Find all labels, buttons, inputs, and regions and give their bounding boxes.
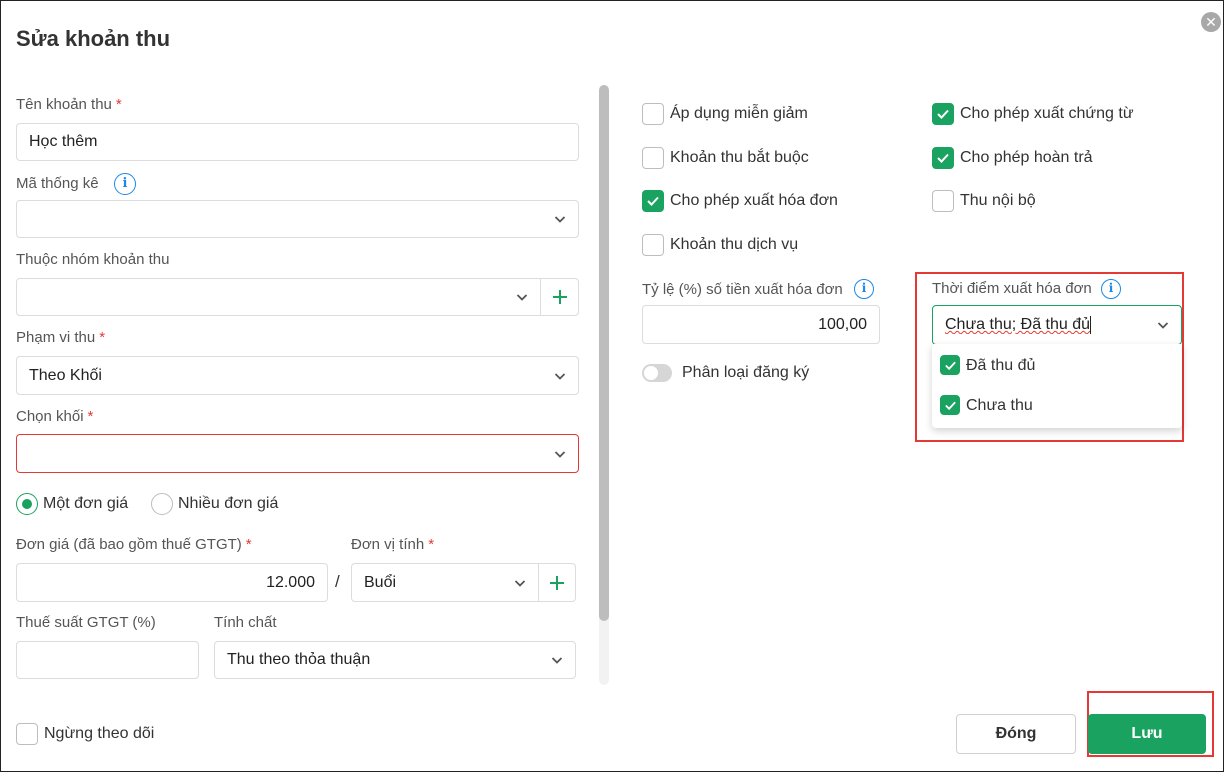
check-icon (944, 361, 956, 370)
exemption-checkbox[interactable] (642, 103, 664, 125)
exemption-label: Áp dụng miễn giảm (670, 105, 808, 122)
price-label: Đơn giá (đã bao gồm thuế GTGT) * (16, 536, 252, 553)
single-price-label: Một đơn giá (43, 495, 129, 512)
stop-tracking-checkbox[interactable] (16, 723, 38, 745)
nature-label: Tính chất (214, 614, 277, 631)
stat-code-label: Mã thống kê (16, 175, 99, 192)
internal-label: Thu nội bộ (960, 192, 1036, 209)
price-input[interactable]: 12.000 (16, 563, 328, 602)
internal-checkbox[interactable] (932, 190, 954, 212)
chevron-down-icon (516, 291, 528, 303)
refund-label: Cho phép hoàn trả (960, 149, 1093, 166)
close-button[interactable]: Đóng (956, 714, 1076, 754)
voucher-label: Cho phép xuất chứng từ (960, 105, 1134, 122)
option-checkbox[interactable] (940, 395, 960, 415)
registration-toggle-label: Phân loại đăng ký (682, 364, 810, 381)
invoice-time-label: Thời điểm xuất hóa đơn (932, 280, 1092, 297)
scrollbar-thumb[interactable] (599, 85, 609, 621)
service-label: Khoản thu dịch vụ (670, 236, 799, 253)
dropdown-option[interactable]: Chưa thu (966, 397, 1033, 415)
grade-label: Chọn khối * (16, 408, 94, 425)
unit-label: Đơn vị tính * (351, 536, 435, 553)
stop-tracking-label: Ngừng theo dõi (44, 725, 155, 742)
chevron-down-icon (554, 448, 566, 460)
registration-toggle[interactable] (642, 364, 672, 382)
invoice-checkbox[interactable] (642, 190, 664, 212)
dialog-title: Sửa khoản thu (16, 26, 171, 51)
dropdown-option[interactable]: Đã thu đủ (966, 357, 1035, 375)
info-icon[interactable]: i (114, 173, 136, 195)
invoice-ratio-input[interactable]: 100,00 (642, 305, 880, 344)
voucher-checkbox[interactable] (932, 103, 954, 125)
chevron-down-icon (554, 213, 566, 225)
vat-label: Thuế suất GTGT (%) (16, 614, 156, 631)
check-icon (944, 401, 956, 410)
mandatory-label: Khoản thu bắt buộc (670, 149, 809, 166)
refund-checkbox[interactable] (932, 147, 954, 169)
unit-select[interactable]: Buổi (351, 563, 576, 602)
scope-label: Phạm vi thu * (16, 329, 106, 346)
invoice-time-select[interactable]: Chưa thu; Đã thu đủ (932, 305, 1182, 345)
service-checkbox[interactable] (642, 234, 664, 256)
multiple-price-radio[interactable] (151, 493, 173, 515)
stat-code-select[interactable] (16, 200, 579, 238)
single-price-radio[interactable] (16, 493, 38, 515)
info-icon[interactable]: i (1101, 279, 1121, 299)
mandatory-checkbox[interactable] (642, 147, 664, 169)
chevron-down-icon (551, 654, 563, 666)
nature-select[interactable]: Thu theo thỏa thuận (214, 641, 576, 679)
chevron-down-icon (514, 577, 526, 589)
plus-icon (552, 290, 567, 304)
chevron-down-icon (1157, 319, 1169, 331)
name-label: Tên khoản thu * (16, 96, 122, 113)
multiple-price-label: Nhiều đơn giá (178, 495, 279, 512)
vat-input[interactable] (16, 641, 199, 679)
plus-icon (550, 575, 564, 590)
scope-select[interactable]: Theo Khối (16, 356, 579, 395)
check-icon (647, 196, 659, 206)
check-icon (937, 109, 949, 119)
edit-fee-dialog: Sửa khoản thu ✕ Tên khoản thu * Học thêm … (0, 0, 1224, 772)
close-icon[interactable]: ✕ (1201, 12, 1221, 32)
add-group-button[interactable] (540, 279, 578, 315)
name-input[interactable]: Học thêm (16, 123, 579, 161)
save-button[interactable]: Lưu (1088, 714, 1206, 754)
grade-select[interactable] (16, 434, 579, 473)
invoice-label: Cho phép xuất hóa đơn (670, 192, 838, 209)
invoice-time-value: Chưa thu; Đã thu đủ (945, 316, 1091, 334)
info-icon[interactable]: i (854, 279, 874, 299)
add-unit-button[interactable] (538, 564, 575, 601)
group-select[interactable] (16, 278, 579, 316)
invoice-ratio-label: Tỷ lệ (%) số tiền xuất hóa đơn (642, 281, 843, 298)
chevron-down-icon (554, 370, 566, 382)
price-unit-separator: / (335, 572, 340, 591)
group-label: Thuộc nhóm khoản thu (16, 251, 170, 268)
check-icon (937, 153, 949, 163)
option-checkbox[interactable] (940, 355, 960, 375)
